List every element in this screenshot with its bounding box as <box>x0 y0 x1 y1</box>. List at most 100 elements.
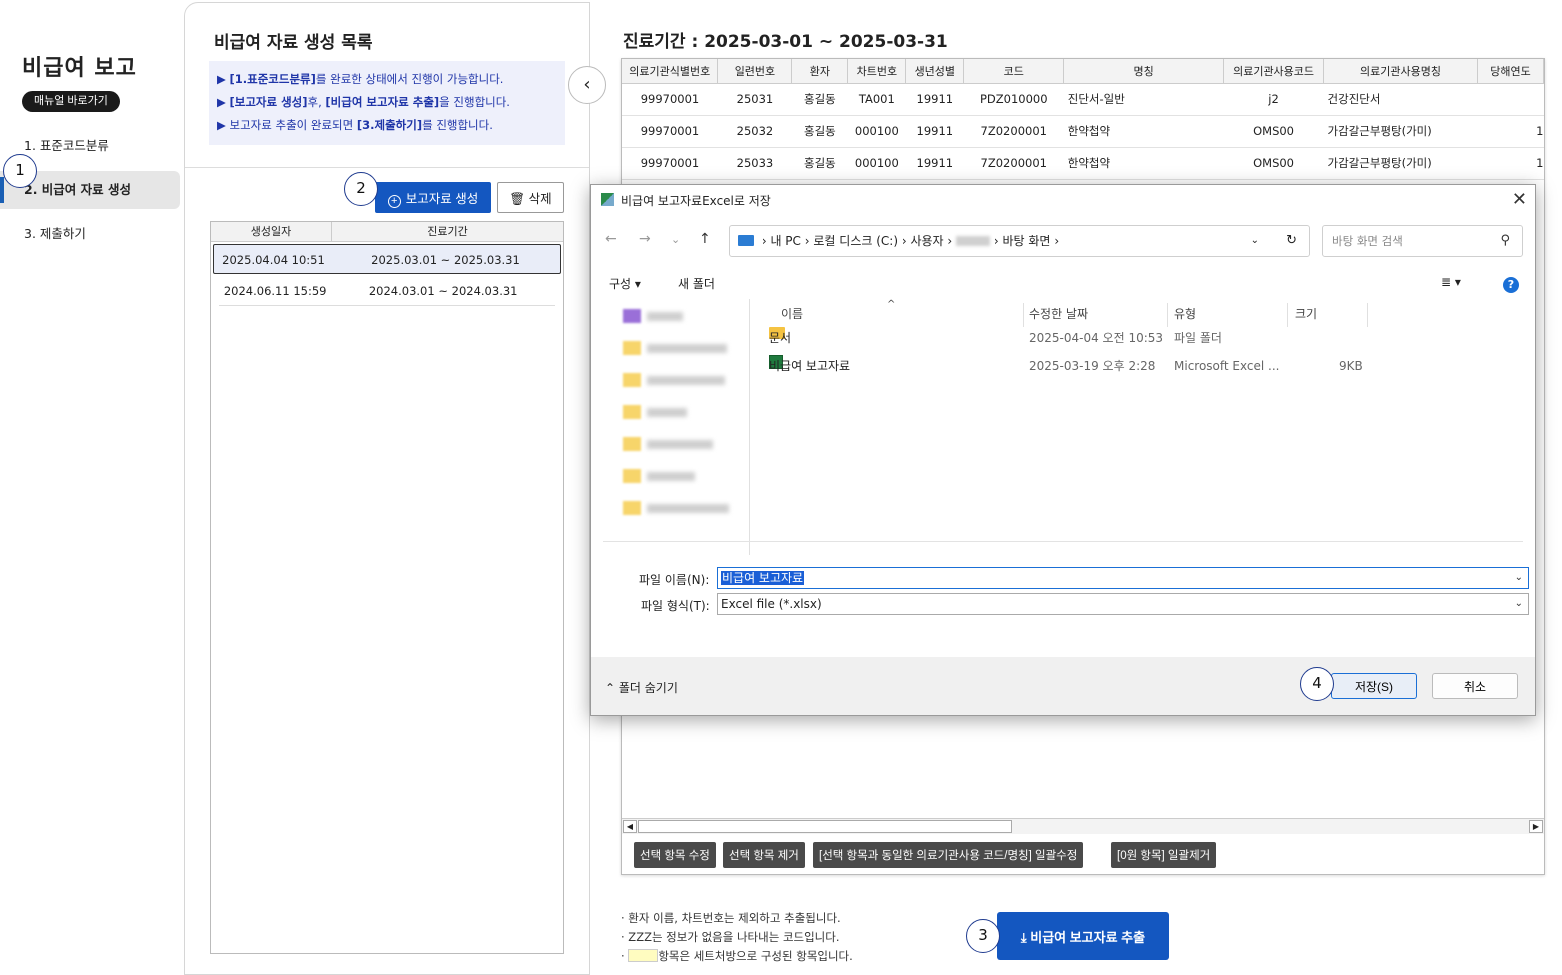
edit-selected-button[interactable]: 선택 항목 수정 <box>634 842 716 868</box>
panel-title: 비급여 자료 생성 목록 <box>214 33 373 53</box>
folder-icon <box>623 341 641 355</box>
column-header-size[interactable]: 크기 <box>1295 305 1317 322</box>
horizontal-scrollbar[interactable]: ◀ ▶ <box>622 818 1544 834</box>
collapse-panel-button[interactable]: ‹ <box>568 66 606 104</box>
up-arrow-icon[interactable]: ↑ <box>699 231 711 247</box>
tree-item[interactable] <box>623 309 733 323</box>
save-button[interactable]: 저장(S) <box>1331 673 1417 699</box>
forward-arrow-icon[interactable]: → <box>639 231 651 247</box>
search-input[interactable]: 바탕 화면 검색 ⚲ <box>1322 225 1523 257</box>
table-row[interactable]: 99970001 25031 홍길동 TA001 19911 PDZ010000 진단서-일… <box>622 83 1544 116</box>
chevron-down-icon[interactable]: ⌄ <box>671 233 680 246</box>
tree-item[interactable] <box>623 469 733 483</box>
chevron-down-icon[interactable]: ⌄ <box>1515 568 1523 588</box>
notice-line: ▶ [1.표준코드분류]를 완료한 상태에서 진행이 가능합니다. <box>217 72 504 86</box>
step-marker-4: 4 <box>1300 667 1334 701</box>
dialog-navbar: ← → ⌄ ↑ › 내 PC › 로컬 디스크 (C:) › 사용자 › › 바… <box>591 223 1535 259</box>
remove-zero-items-button[interactable]: [0원 항목] 일괄제거 <box>1111 842 1217 868</box>
tree-item[interactable] <box>623 501 733 515</box>
filename-label: 파일 이름(N): <box>639 573 710 587</box>
scroll-thumb[interactable] <box>638 820 1012 833</box>
dialog-footer: ⌃ 폴더 숨기기 저장(S) 취소 <box>591 657 1535 715</box>
tree-item[interactable] <box>623 341 733 355</box>
view-options-icon[interactable]: ≣ ▾ <box>1441 275 1461 289</box>
plus-circle-icon: + <box>387 194 401 208</box>
left-nav: 비급여 보고 매뉴얼 바로가기 1. 표준코드분류 2. 비급여 자료 생성 3… <box>0 0 185 975</box>
scroll-right-icon[interactable]: ▶ <box>1529 820 1543 833</box>
filename-input[interactable]: 비급여 보고자료 ⌄ <box>717 567 1529 589</box>
column-header[interactable]: 의료기관사용명칭 <box>1323 59 1478 84</box>
filetype-label: 파일 형식(T): <box>641 599 710 613</box>
table-row[interactable]: 99970001 25033 홍길동 000100 19911 7Z0200001 한약첩약… <box>622 147 1544 180</box>
column-header[interactable]: 의료기관식별번호 <box>622 59 719 84</box>
period-title: 진료기간 : 2025-03-01 ~ 2025-03-31 <box>623 32 948 52</box>
search-icon: ⚲ <box>1500 233 1510 248</box>
folder-icon <box>623 405 641 419</box>
bulk-edit-button[interactable]: [선택 항목과 동일한 의료기관사용 코드/명칭] 일괄수정 <box>813 842 1084 868</box>
filetype-select[interactable]: Excel file (*.xlsx) ⌄ <box>717 593 1529 615</box>
folder-icon <box>623 437 641 451</box>
breadcrumb-item[interactable]: 사용자 <box>910 234 943 248</box>
tree-item[interactable] <box>623 437 733 451</box>
footnote: · ZZZ는 정보가 없음을 나타내는 코드입니다. <box>621 930 840 944</box>
tree-item[interactable] <box>623 373 733 387</box>
table-row[interactable]: 99970001 25032 홍길동 000100 19911 7Z0200001 한약첩약… <box>622 115 1544 148</box>
help-icon[interactable]: ? <box>1503 277 1519 293</box>
tree-item[interactable] <box>623 405 733 419</box>
new-folder-button[interactable]: 새 폴더 <box>678 275 715 292</box>
column-header[interactable]: 당해연도 <box>1477 59 1545 84</box>
download-icon: ⤓ <box>1020 929 1031 945</box>
pc-icon <box>738 235 754 246</box>
column-header-modified[interactable]: 수정한 날짜 <box>1029 305 1088 322</box>
column-header-type[interactable]: 유형 <box>1174 305 1196 322</box>
chevron-up-icon: ⌃ <box>605 681 619 695</box>
step-marker-3: 3 <box>966 919 1000 953</box>
organize-button[interactable]: 구성 ▾ <box>609 275 641 292</box>
column-header-name[interactable]: 이름 <box>781 305 803 322</box>
file-row[interactable]: 문서 2025-04-04 오전 10:53 파일 폴더 <box>761 327 1461 349</box>
dialog-title: 비급여 보고자료Excel로 저장 <box>621 194 771 208</box>
set-item-color-swatch <box>628 949 659 962</box>
breadcrumb-item[interactable]: 로컬 디스크 (C:) <box>813 234 898 248</box>
dialog-titlebar: 비급여 보고자료Excel로 저장 ✕ <box>591 185 1535 215</box>
breadcrumb-item[interactable]: 바탕 화면 <box>1003 234 1051 248</box>
app-icon <box>601 193 614 206</box>
list-row[interactable]: 2024.06.11 15:59 2024.03.01 ~ 2024.03.31 <box>219 276 555 306</box>
column-header[interactable]: 의료기관사용코드 <box>1223 59 1325 84</box>
column-header[interactable]: 명칭 <box>1063 59 1225 84</box>
folder-icon <box>623 501 641 515</box>
column-header[interactable]: 생년성별 <box>905 59 965 84</box>
extract-report-button[interactable]: ⤓ 비급여 보고자료 추출 <box>997 912 1169 960</box>
generate-report-button[interactable]: + 보고자료 생성 <box>375 182 491 213</box>
notice-box: ▶ [1.표준코드분류]를 완료한 상태에서 진행이 가능합니다. ▶ [보고자… <box>209 61 565 145</box>
column-header[interactable]: 차트번호 <box>847 59 907 84</box>
column-header-period: 진료기간 <box>427 225 468 238</box>
refresh-icon[interactable]: ↻ <box>1286 226 1297 256</box>
nav-title: 비급여 보고 <box>22 50 137 82</box>
close-icon[interactable]: ✕ <box>1512 189 1527 210</box>
chevron-down-icon: ⌄ <box>1514 598 1523 609</box>
folder-icon <box>623 469 641 483</box>
hide-folders-button[interactable]: ⌃ 폴더 숨기기 <box>605 679 678 696</box>
column-header[interactable]: 일련번호 <box>717 59 793 84</box>
delete-button[interactable]: 🗑 삭제 <box>497 182 564 213</box>
column-header[interactable]: 코드 <box>963 59 1065 84</box>
manual-button[interactable]: 매뉴얼 바로가기 <box>22 91 120 112</box>
scroll-left-icon[interactable]: ◀ <box>623 820 637 833</box>
file-row[interactable]: 비급여 보고자료 2025-03-19 오후 2:28 Microsoft Ex… <box>761 355 1461 377</box>
step-marker-2: 2 <box>344 172 378 206</box>
folder-icon <box>623 309 641 323</box>
folder-tree <box>603 299 747 555</box>
cancel-button[interactable]: 취소 <box>1432 673 1518 699</box>
footnote: · 환자 이름, 차트번호는 제외하고 추출됩니다. <box>621 911 841 925</box>
remove-selected-button[interactable]: 선택 항목 제거 <box>723 842 805 868</box>
footnote: · 항목은 세트처방으로 구성된 항목입니다. <box>621 949 853 963</box>
chevron-down-icon[interactable]: ⌄ <box>1251 226 1259 256</box>
address-bar[interactable]: › 내 PC › 로컬 디스크 (C:) › 사용자 › › 바탕 화면 › ⌄… <box>729 225 1310 257</box>
data-table: 의료기관식별번호 일련번호 환자 차트번호 생년성별 코드 명칭 의료기관사용코… <box>622 59 1545 180</box>
breadcrumb-item[interactable]: 내 PC <box>770 234 800 248</box>
column-header[interactable]: 환자 <box>791 59 849 84</box>
list-row[interactable]: 2025.04.04 10:51 2025.03.01 ~ 2025.03.31 <box>213 244 561 274</box>
nav-item-submit[interactable]: 3. 제출하기 <box>0 215 180 253</box>
back-arrow-icon[interactable]: ← <box>605 231 617 247</box>
